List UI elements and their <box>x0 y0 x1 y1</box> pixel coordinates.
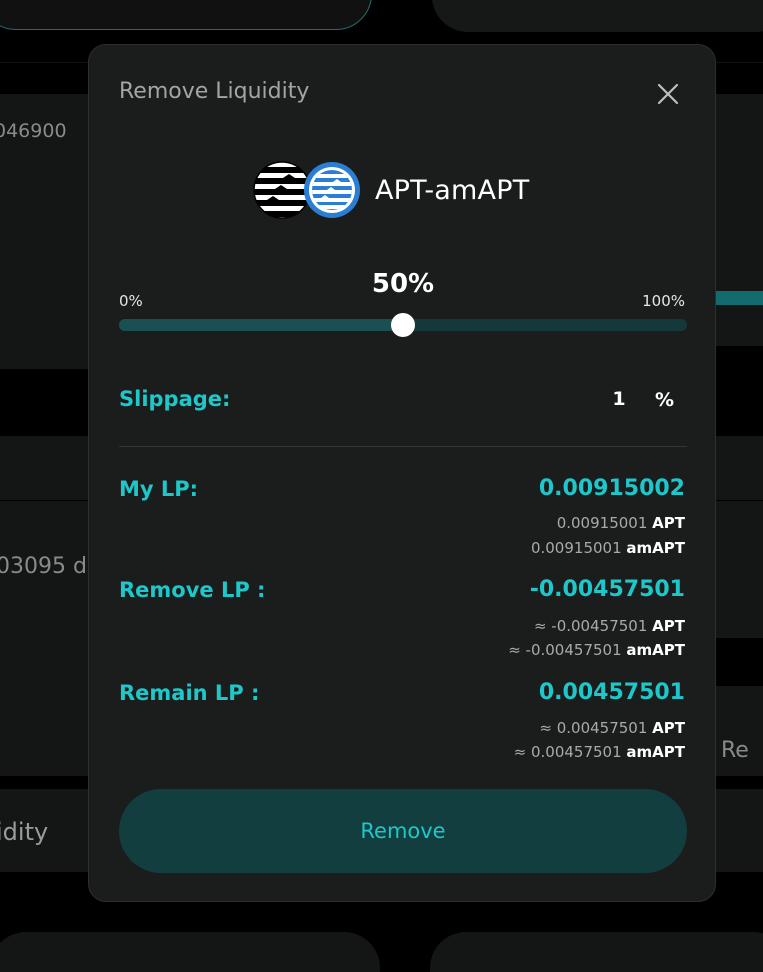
percentage-slider[interactable] <box>119 313 687 337</box>
background-text: idity <box>0 818 49 846</box>
close-icon <box>657 83 679 105</box>
background-text: 046900 <box>0 120 67 142</box>
my-lp-value: 0.00915002 <box>538 476 685 501</box>
percentage-value: 50% <box>371 269 435 299</box>
amount: 0.00915001 <box>556 514 648 532</box>
unit: amAPT <box>626 743 685 761</box>
pair-name: APT-amAPT <box>375 174 530 206</box>
remove-lp-value: -0.00457501 <box>529 577 685 602</box>
background-pill <box>432 0 763 32</box>
my-lp-label: My LP: <box>119 477 199 501</box>
unit: amAPT <box>626 539 685 557</box>
remove-lp-apt-amount: ≈ -0.00457501 APT <box>534 617 685 635</box>
amount: ≈ 0.00457501 <box>539 719 648 737</box>
remain-lp-label: Remain LP : <box>119 681 260 705</box>
slider-thumb[interactable] <box>391 313 415 337</box>
slippage-label: Slippage: <box>119 387 231 411</box>
remain-lp-amapt-amount: ≈ 0.00457501 amAPT <box>514 743 685 761</box>
slippage-input[interactable] <box>589 387 649 411</box>
my-lp-amapt-amount: 0.00915001 amAPT <box>531 539 685 557</box>
token-pair: APT-amAPT <box>253 159 529 221</box>
slider-min-label: 0% <box>119 292 143 310</box>
amapt-token-icon <box>303 161 361 219</box>
amount: ≈ 0.00457501 <box>513 743 622 761</box>
close-button[interactable] <box>655 81 681 107</box>
remain-lp-apt-amount: ≈ 0.00457501 APT <box>539 719 685 737</box>
divider <box>119 446 687 447</box>
amount: ≈ -0.00457501 <box>508 641 622 659</box>
amount: ≈ -0.00457501 <box>533 617 648 635</box>
my-lp-apt-amount: 0.00915001 APT <box>557 514 685 532</box>
unit: APT <box>652 719 685 737</box>
unit: amAPT <box>626 641 685 659</box>
slippage-unit: % <box>655 389 675 411</box>
slider-max-label: 100% <box>642 292 685 310</box>
unit: APT <box>652 617 685 635</box>
slider-fill <box>119 319 403 331</box>
remove-button[interactable]: Remove <box>119 789 687 873</box>
remove-lp-label: Remove LP : <box>119 578 266 602</box>
background-text: 03095 d <box>0 554 87 579</box>
remain-lp-value: 0.00457501 <box>538 680 685 705</box>
background-pill <box>0 932 380 972</box>
background-pill <box>430 932 763 972</box>
remove-lp-amapt-amount: ≈ -0.00457501 amAPT <box>508 641 685 659</box>
remove-liquidity-modal: Remove Liquidity APT-amAPT 50% 0% 100% S… <box>88 44 716 902</box>
background-pill <box>0 0 372 30</box>
modal-title: Remove Liquidity <box>119 79 310 104</box>
unit: APT <box>652 514 685 532</box>
amount: 0.00915001 <box>530 539 622 557</box>
